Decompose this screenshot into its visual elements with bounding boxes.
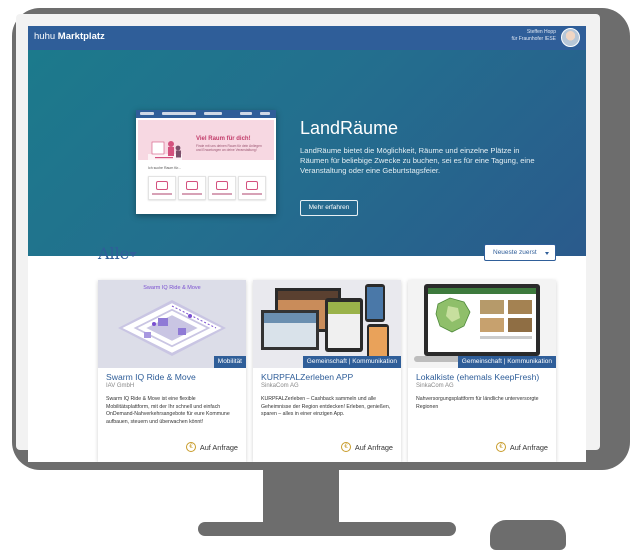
caret-down-icon[interactable] xyxy=(129,252,137,257)
card-org: IAV GmbH xyxy=(106,383,135,389)
card-image xyxy=(408,280,556,368)
card-org: SinkaCom AG xyxy=(261,383,299,389)
card-price[interactable]: Auf Anfrage xyxy=(200,443,238,452)
preview-tile xyxy=(178,176,206,200)
sort-select[interactable]: Neueste zuerst xyxy=(484,244,556,261)
card-image xyxy=(253,280,401,368)
hero-preview-image: Viel Raum für dich! Finde mit uns deinen… xyxy=(136,110,276,214)
devices-mockup-icon xyxy=(261,284,389,364)
card-price[interactable]: Auf Anfrage xyxy=(355,443,393,452)
hero-banner: Viel Raum für dich! Finde mit uns deinen… xyxy=(28,50,586,256)
sort-select-value: Neueste zuerst xyxy=(493,249,537,256)
card-description: Swarm IQ Ride & Move ist eine flexible M… xyxy=(106,396,230,425)
learn-more-button[interactable]: Mehr erfahren xyxy=(300,200,358,216)
card-title[interactable]: KURPFALZerleben APP xyxy=(261,372,353,382)
euro-circle-icon: € xyxy=(186,442,196,452)
card-description: KURPFALZerleben – Cashback sammeln und a… xyxy=(261,396,391,418)
product-card[interactable]: Gemeinschaft | Kommunikation KURPFALZerl… xyxy=(253,280,401,462)
preview-tile xyxy=(148,176,176,200)
chevron-down-icon xyxy=(545,252,549,255)
user-menu[interactable]: Steffen Hopp für Fraunhofer IESE xyxy=(512,29,556,43)
hero-title: LandRäume xyxy=(300,118,399,138)
card-description: Nahversorgungsplattform für ländliche un… xyxy=(416,396,539,410)
user-name: Steffen Hopp xyxy=(526,29,556,35)
preview-tile xyxy=(238,176,266,200)
product-card[interactable]: Swarm IQ Ride & Move Mobilität Swarm IQ … xyxy=(98,280,246,462)
screen: huhu Marktplatz Steffen Hopp für Fraunho… xyxy=(28,26,586,462)
brand-logo[interactable]: huhu Marktplatz xyxy=(34,31,105,42)
category-filter[interactable]: Alle xyxy=(98,244,129,263)
category-tag: Mobilität xyxy=(213,356,246,368)
card-title[interactable]: Lokalkiste (ehemals KeepFresh) xyxy=(416,372,539,382)
category-tag: Gemeinschaft | Kommunikation xyxy=(457,356,556,368)
preview-headline: Viel Raum für dich! xyxy=(196,136,251,142)
city-map-illustration-icon xyxy=(118,300,226,356)
user-org: für Fraunhofer IESE xyxy=(511,36,556,42)
preview-banner: Viel Raum für dich! Finde mit uns deinen… xyxy=(138,120,274,164)
mouse-icon xyxy=(490,520,566,550)
card-org: SinkaCom AG xyxy=(416,383,454,389)
preview-tiles xyxy=(148,176,266,200)
preview-tile xyxy=(208,176,236,200)
product-card[interactable]: Gemeinschaft | Kommunikation Lokalkiste … xyxy=(408,280,556,462)
category-tag: Gemeinschaft | Kommunikation xyxy=(302,356,401,368)
monitor-stand-base xyxy=(198,522,456,536)
euro-circle-icon: € xyxy=(496,442,506,452)
euro-circle-icon: € xyxy=(341,442,351,452)
top-bar: huhu Marktplatz Steffen Hopp für Fraunho… xyxy=(28,26,586,50)
avatar[interactable] xyxy=(561,28,580,47)
card-price[interactable]: Auf Anfrage xyxy=(510,443,548,452)
preview-navbar xyxy=(136,110,276,118)
laptop-map-mockup-icon xyxy=(414,284,550,362)
brand-prefix: huhu xyxy=(34,31,56,42)
brand-name: Marktplatz xyxy=(57,31,105,42)
card-image: Swarm IQ Ride & Move xyxy=(98,280,246,368)
people-illustration-icon xyxy=(148,141,182,164)
preview-subline: Finde mit uns deinen Raum für dein Anlie… xyxy=(196,144,262,152)
card-title[interactable]: Swarm IQ Ride & Move xyxy=(106,372,196,382)
preview-search-label: Ich suche Raum für... xyxy=(148,166,182,170)
monitor-stand-neck xyxy=(263,470,339,525)
hero-description: LandRäume bietet die Möglichkeit, Räume … xyxy=(300,146,535,176)
